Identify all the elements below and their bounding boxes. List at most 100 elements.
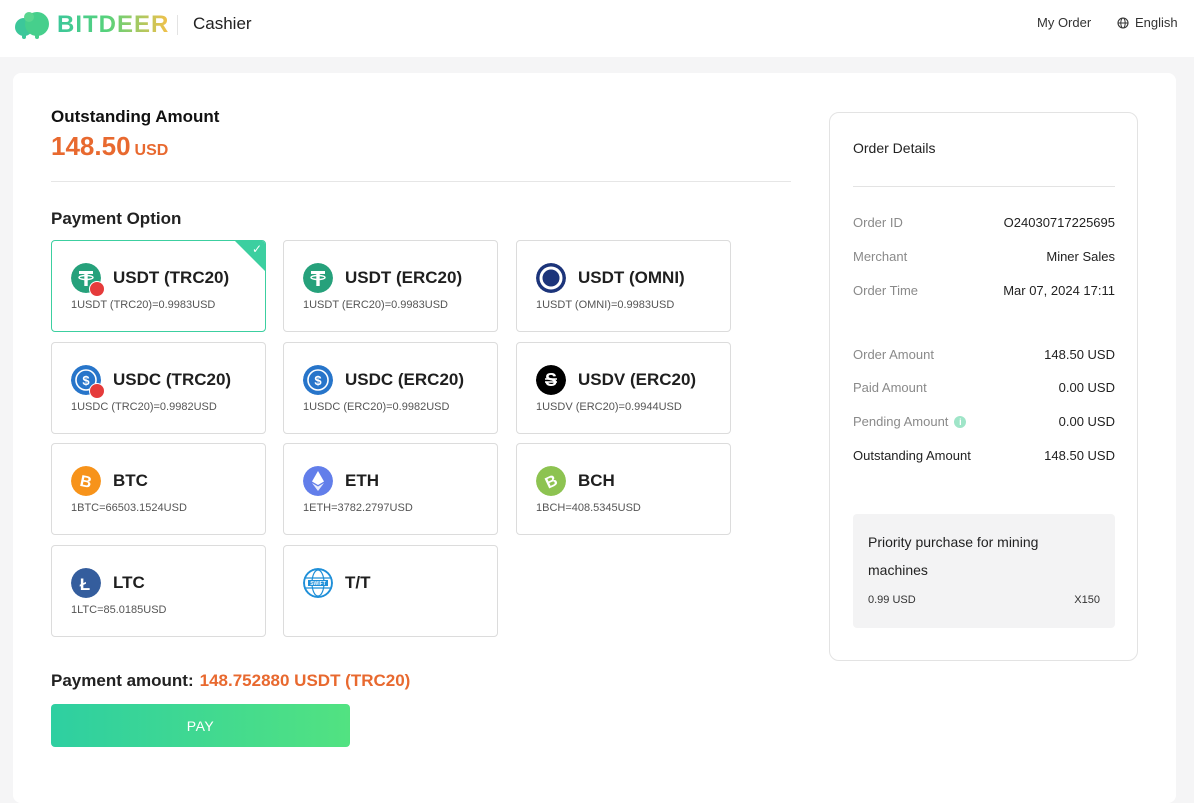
order-time-row: Order Time Mar 07, 2024 17:11	[853, 283, 1115, 298]
payment-option-usdc-erc20[interactable]: $ USDC (ERC20) 1USDC (ERC20)=0.9982USD	[283, 342, 498, 434]
divider	[51, 181, 791, 182]
row-label-with-info: Pending Amount i	[853, 414, 967, 429]
option-rate: 1USDV (ERC20)=0.9944USD	[536, 401, 682, 413]
svg-text:SWIFT: SWIFT	[310, 581, 326, 587]
header-divider	[177, 15, 178, 35]
option-rate: 1USDT (ERC20)=0.9983USD	[303, 299, 448, 311]
row-value: 0.00 USD	[1058, 380, 1115, 395]
bitcoin-cash-icon: B	[536, 466, 566, 496]
ethereum-icon	[303, 466, 333, 496]
product-price: 0.99 USD	[868, 594, 916, 606]
payment-option-usdt-omni[interactable]: USDT (OMNI) 1USDT (OMNI)=0.9983USD	[516, 240, 731, 332]
my-order-link[interactable]: My Order	[1037, 15, 1091, 30]
payment-option-bch[interactable]: B BCH 1BCH=408.5345USD	[516, 443, 731, 535]
product-summary: Priority purchase for mining machines 0.…	[853, 514, 1115, 628]
option-rate: 1LTC=85.0185USD	[71, 604, 167, 616]
omni-icon	[536, 263, 566, 293]
outstanding-amount-label: Outstanding Amount	[51, 107, 220, 126]
outstanding-amount-currency: USD	[134, 142, 169, 159]
product-quantity: X150	[1074, 594, 1100, 606]
tron-badge-icon	[89, 383, 105, 399]
option-rate: 1USDC (ERC20)=0.9982USD	[303, 401, 450, 413]
payment-amount-label: Payment amount:	[51, 671, 194, 690]
payment-option-tt[interactable]: SWIFT T/T	[283, 545, 498, 637]
payment-option-eth[interactable]: ETH 1ETH=3782.2797USD	[283, 443, 498, 535]
divider	[853, 186, 1115, 187]
payment-amount: Payment amount: 148.752880 USDT (TRC20)	[51, 671, 410, 691]
order-details-panel: Order Details Order ID O24030717225695 M…	[829, 112, 1138, 661]
litecoin-icon: Ł	[71, 568, 101, 598]
row-label: Paid Amount	[853, 380, 927, 395]
option-name: USDT (TRC20)	[113, 268, 230, 287]
bitcoin-icon: B	[71, 466, 101, 496]
brand-name: BITDEER	[57, 11, 170, 38]
payment-amount-value: 148.752880 USDT (TRC20)	[199, 671, 411, 690]
pay-button[interactable]: PAY	[51, 704, 350, 747]
swift-globe-icon: SWIFT	[303, 568, 333, 598]
row-label: Order ID	[853, 215, 903, 230]
outstanding-amount-row: Outstanding Amount 148.50 USD	[853, 448, 1115, 463]
payment-option-btc[interactable]: B BTC 1BTC=66503.1524USD	[51, 443, 266, 535]
row-value: O24030717225695	[1003, 215, 1115, 230]
outstanding-amount-number: 148.50	[51, 131, 131, 161]
row-value: Mar 07, 2024 17:11	[1003, 283, 1115, 298]
option-rate: 1BCH=408.5345USD	[536, 502, 641, 514]
language-label: English	[1135, 15, 1178, 30]
language-selector[interactable]: English	[1117, 15, 1178, 30]
order-details-title: Order Details	[853, 140, 936, 156]
globe-icon	[1117, 16, 1129, 29]
svg-text:$: $	[314, 373, 322, 388]
row-value: 148.50 USD	[1044, 347, 1115, 362]
payment-option-ltc[interactable]: Ł LTC 1LTC=85.0185USD	[51, 545, 266, 637]
option-rate: 1BTC=66503.1524USD	[71, 502, 187, 514]
option-rate: 1USDT (OMNI)=0.9983USD	[536, 299, 675, 311]
option-name: USDT (ERC20)	[345, 268, 463, 287]
cashier-panel: Outstanding Amount 148.50 USD Payment Opt…	[13, 73, 1176, 803]
option-name: USDC (ERC20)	[345, 370, 465, 389]
payment-option-label: Payment Option	[51, 209, 182, 228]
tron-badge-icon	[89, 281, 105, 297]
option-name: BTC	[113, 471, 148, 490]
merchant-row: Merchant Miner Sales	[853, 249, 1115, 264]
row-label: Order Time	[853, 283, 919, 298]
usdc-icon: $	[303, 365, 333, 395]
payment-option-usdc-trc20[interactable]: $ USDC (TRC20) 1USDC (TRC20)=0.9982USD	[51, 342, 266, 434]
order-amount-row: Order Amount 148.50 USD	[853, 347, 1115, 362]
row-label: Outstanding Amount	[853, 448, 971, 463]
row-value: 148.50 USD	[1044, 448, 1115, 463]
usdv-icon: S	[536, 365, 566, 395]
top-header: BITDEER Cashier My Order English	[0, 0, 1194, 57]
option-rate: 1USDT (TRC20)=0.9983USD	[71, 299, 216, 311]
option-name: LTC	[113, 573, 145, 592]
payment-option-usdt-trc20[interactable]: USDT (TRC20) 1USDT (TRC20)=0.9983USD ✓	[51, 240, 266, 332]
option-name: USDV (ERC20)	[578, 370, 697, 389]
row-value: 0.00 USD	[1058, 414, 1115, 429]
option-rate: 1ETH=3782.2797USD	[303, 502, 413, 514]
paid-amount-row: Paid Amount 0.00 USD	[853, 380, 1115, 395]
outstanding-amount-value: 148.50 USD	[51, 131, 168, 162]
pending-amount-row: Pending Amount i 0.00 USD	[853, 414, 1115, 429]
option-name: USDC (TRC20)	[113, 370, 232, 389]
deer-logo-icon	[13, 10, 53, 40]
option-name: BCH	[578, 471, 615, 490]
option-rate: 1USDC (TRC20)=0.9982USD	[71, 401, 217, 413]
svg-text:S: S	[545, 370, 557, 390]
option-name: ETH	[345, 471, 379, 490]
svg-text:$: $	[82, 373, 90, 388]
payment-option-usdt-erc20[interactable]: USDT (ERC20) 1USDT (ERC20)=0.9983USD	[283, 240, 498, 332]
row-label: Merchant	[853, 249, 908, 264]
row-value: Miner Sales	[1046, 249, 1115, 264]
tether-icon	[303, 263, 333, 293]
payment-option-usdv-erc20[interactable]: S USDV (ERC20) 1USDV (ERC20)=0.9944USD	[516, 342, 731, 434]
check-icon: ✓	[251, 242, 262, 256]
info-icon[interactable]: i	[954, 415, 967, 428]
svg-text:Ł: Ł	[80, 575, 90, 594]
option-name: USDT (OMNI)	[578, 268, 685, 287]
bitdeer-logo[interactable]: BITDEER	[13, 9, 168, 41]
product-name: Priority purchase for mining machines	[868, 534, 1039, 578]
row-label: Pending Amount	[853, 414, 949, 429]
option-name: T/T	[345, 573, 371, 592]
row-label: Order Amount	[853, 347, 934, 362]
order-id-row: Order ID O24030717225695	[853, 215, 1115, 230]
page-title: Cashier	[193, 14, 252, 33]
